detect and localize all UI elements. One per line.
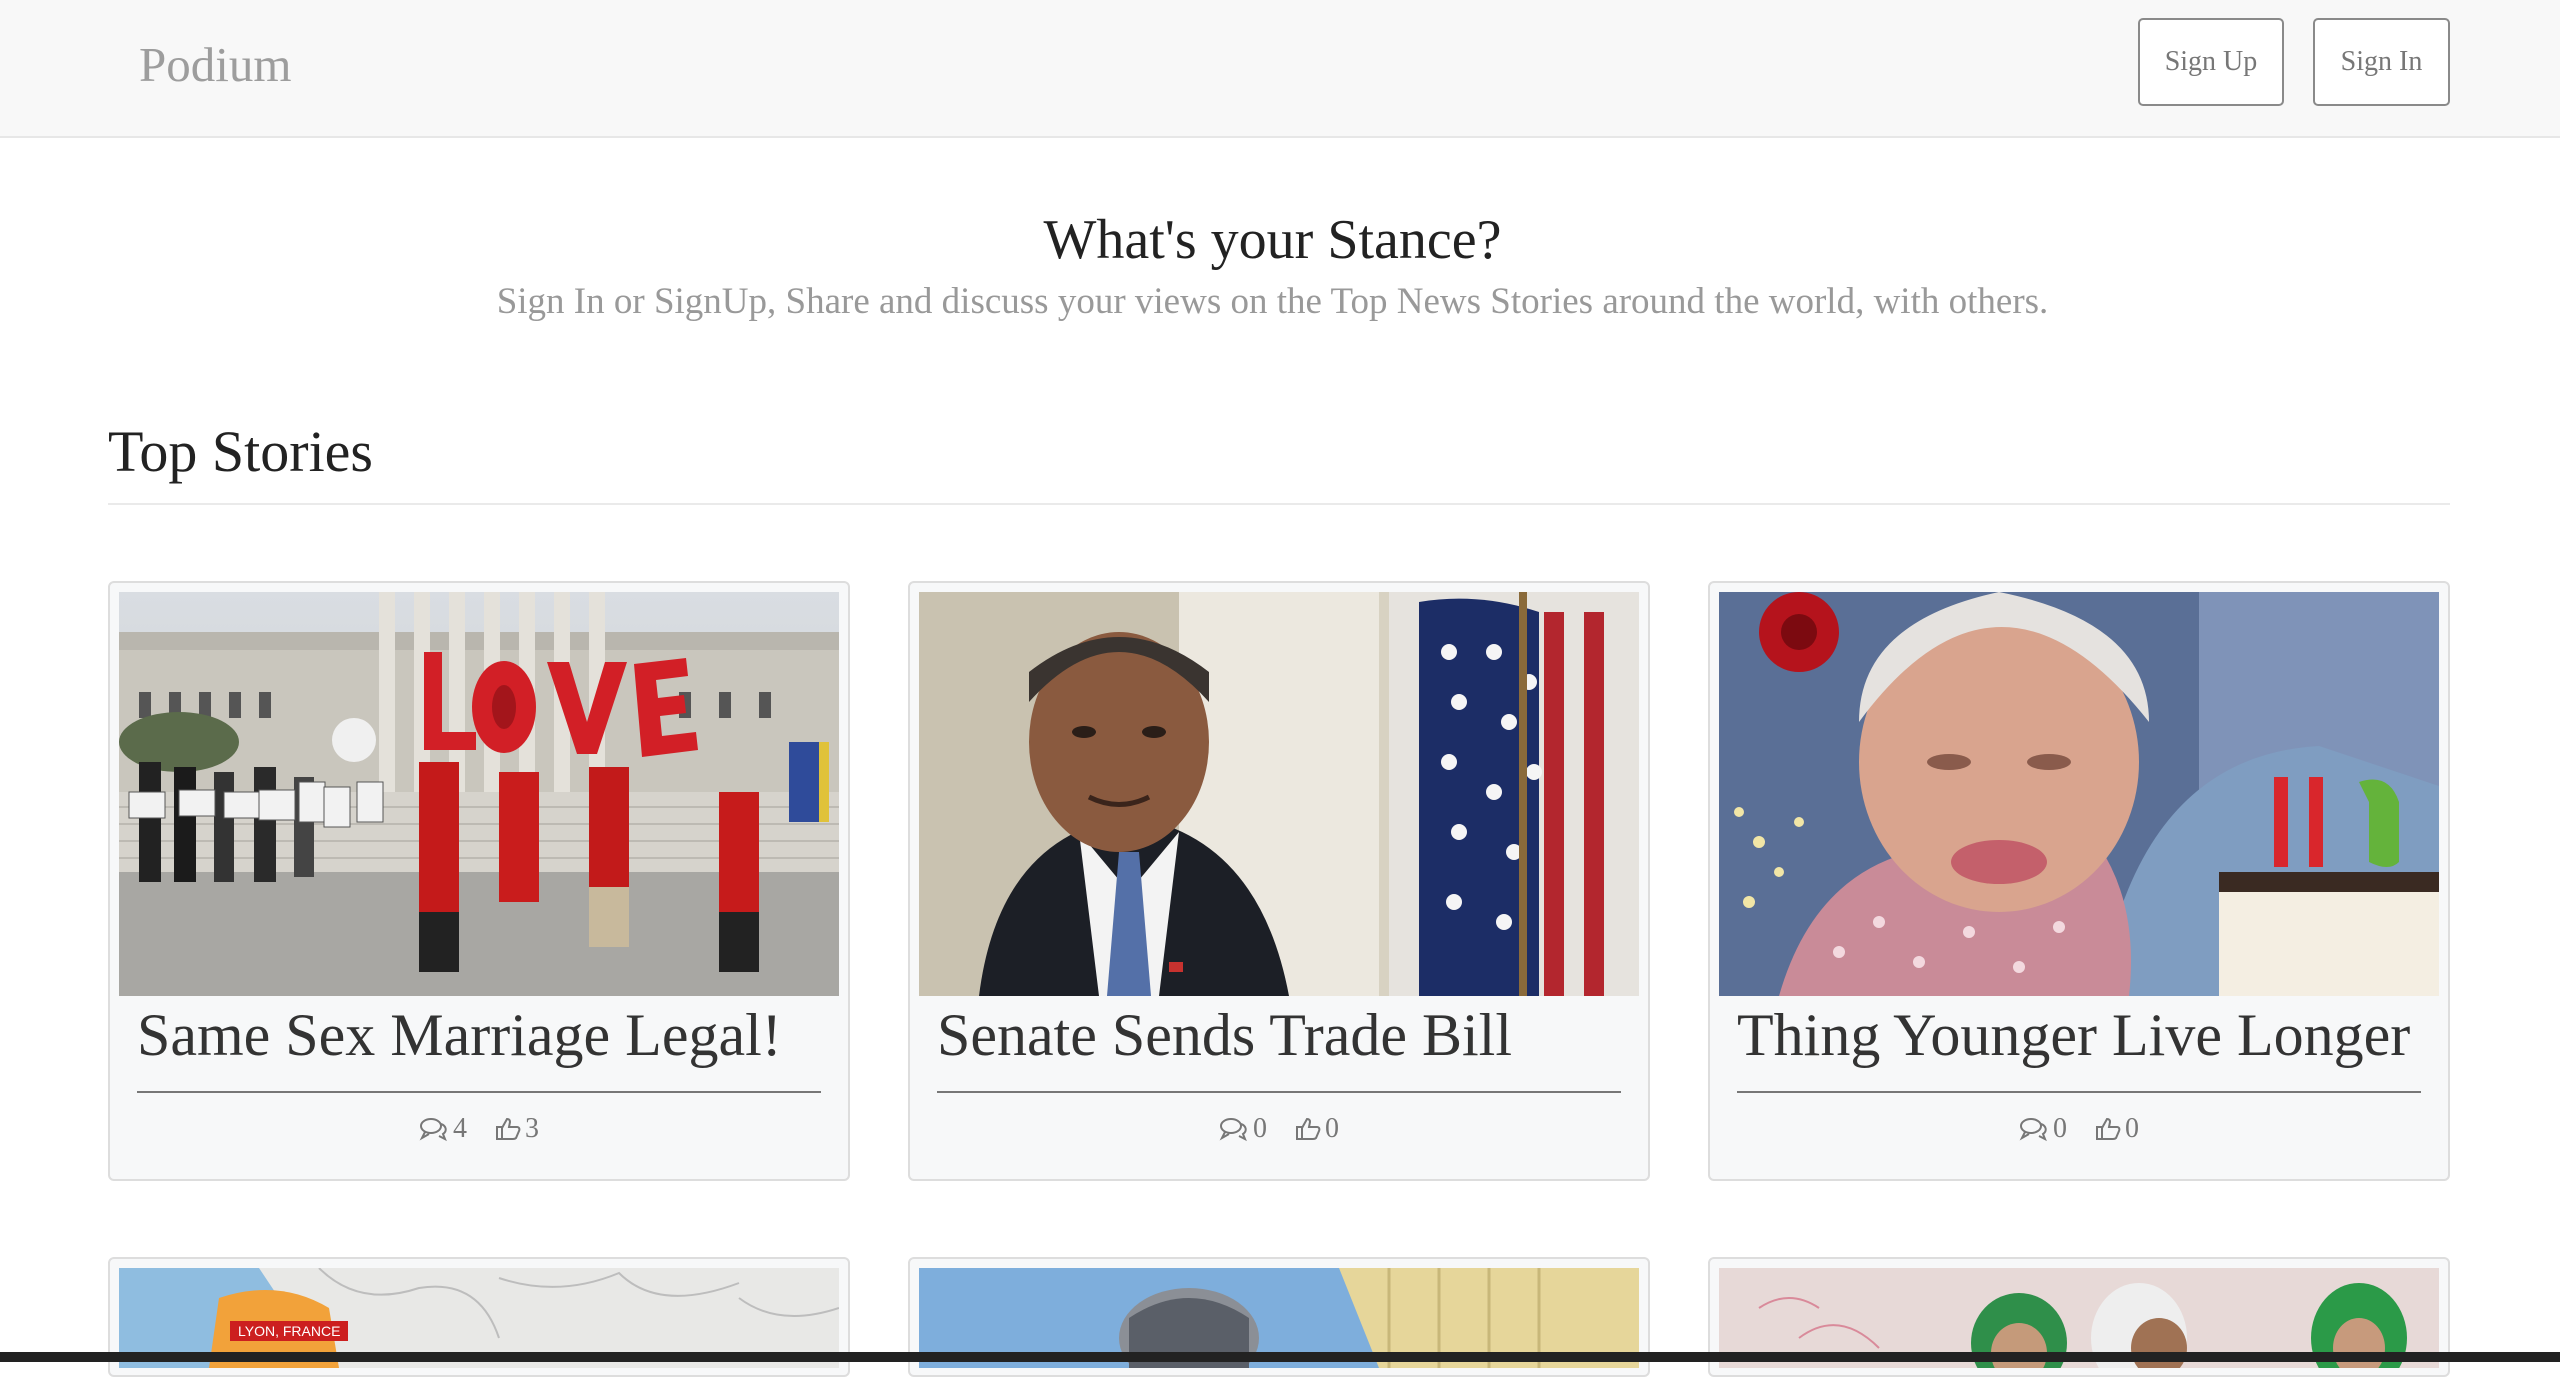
comments-value: 0: [1253, 1113, 1267, 1144]
thumbs-up-icon: [2095, 1116, 2121, 1142]
likes-count[interactable]: 0: [2095, 1113, 2139, 1145]
story-image[interactable]: [1719, 592, 2439, 996]
map-location-tag: LYON, FRANCE: [230, 1321, 349, 1341]
story-title[interactable]: Thing Younger Live Longer: [1737, 1001, 2421, 1070]
comments-icon: [2019, 1116, 2049, 1142]
brand-logo[interactable]: Podium: [139, 36, 291, 93]
section-title: Top Stories: [108, 419, 373, 484]
story-title-divider: [137, 1091, 821, 1093]
comments-count[interactable]: 0: [2019, 1113, 2067, 1145]
story-title[interactable]: Senate Sends Trade Bill: [937, 1001, 1621, 1070]
likes-value: 0: [2125, 1113, 2139, 1144]
likes-value: 0: [1325, 1113, 1339, 1144]
comments-value: 4: [453, 1113, 467, 1144]
story-card[interactable]: Same Sex Marriage Legal! 4 3: [108, 581, 850, 1181]
comments-icon: [1219, 1116, 1249, 1142]
story-image[interactable]: [919, 592, 1639, 996]
likes-count[interactable]: 0: [1295, 1113, 1339, 1145]
story-title-divider: [937, 1091, 1621, 1093]
hero-subtitle: Sign In or SignUp, Share and discuss you…: [496, 281, 2049, 322]
story-image[interactable]: [119, 592, 839, 996]
comments-value: 0: [2053, 1113, 2067, 1144]
story-stats: 0 0: [910, 1113, 1648, 1145]
story-card[interactable]: Senate Sends Trade Bill 0 0: [908, 581, 1650, 1181]
comments-icon: [419, 1116, 449, 1142]
story-stats: 4 3: [110, 1113, 848, 1145]
sign-up-button[interactable]: Sign Up: [2138, 18, 2284, 106]
story-title-divider: [1737, 1091, 2421, 1093]
story-stats: 0 0: [1710, 1113, 2448, 1145]
sign-in-button[interactable]: Sign In: [2313, 18, 2450, 106]
thumbs-up-icon: [1295, 1116, 1321, 1142]
window-bottom-edge: [0, 1352, 2560, 1362]
likes-count[interactable]: 3: [495, 1113, 539, 1145]
story-card[interactable]: Thing Younger Live Longer 0 0: [1708, 581, 2450, 1181]
comments-count[interactable]: 4: [419, 1113, 467, 1145]
story-title[interactable]: Same Sex Marriage Legal!: [137, 1001, 821, 1070]
navbar: Podium Sign Up Sign In: [0, 0, 2560, 138]
hero-title: What's your Stance?: [1043, 209, 1502, 271]
section-divider: [108, 503, 2450, 505]
comments-count[interactable]: 0: [1219, 1113, 1267, 1145]
thumbs-up-icon: [495, 1116, 521, 1142]
likes-value: 3: [525, 1113, 539, 1144]
